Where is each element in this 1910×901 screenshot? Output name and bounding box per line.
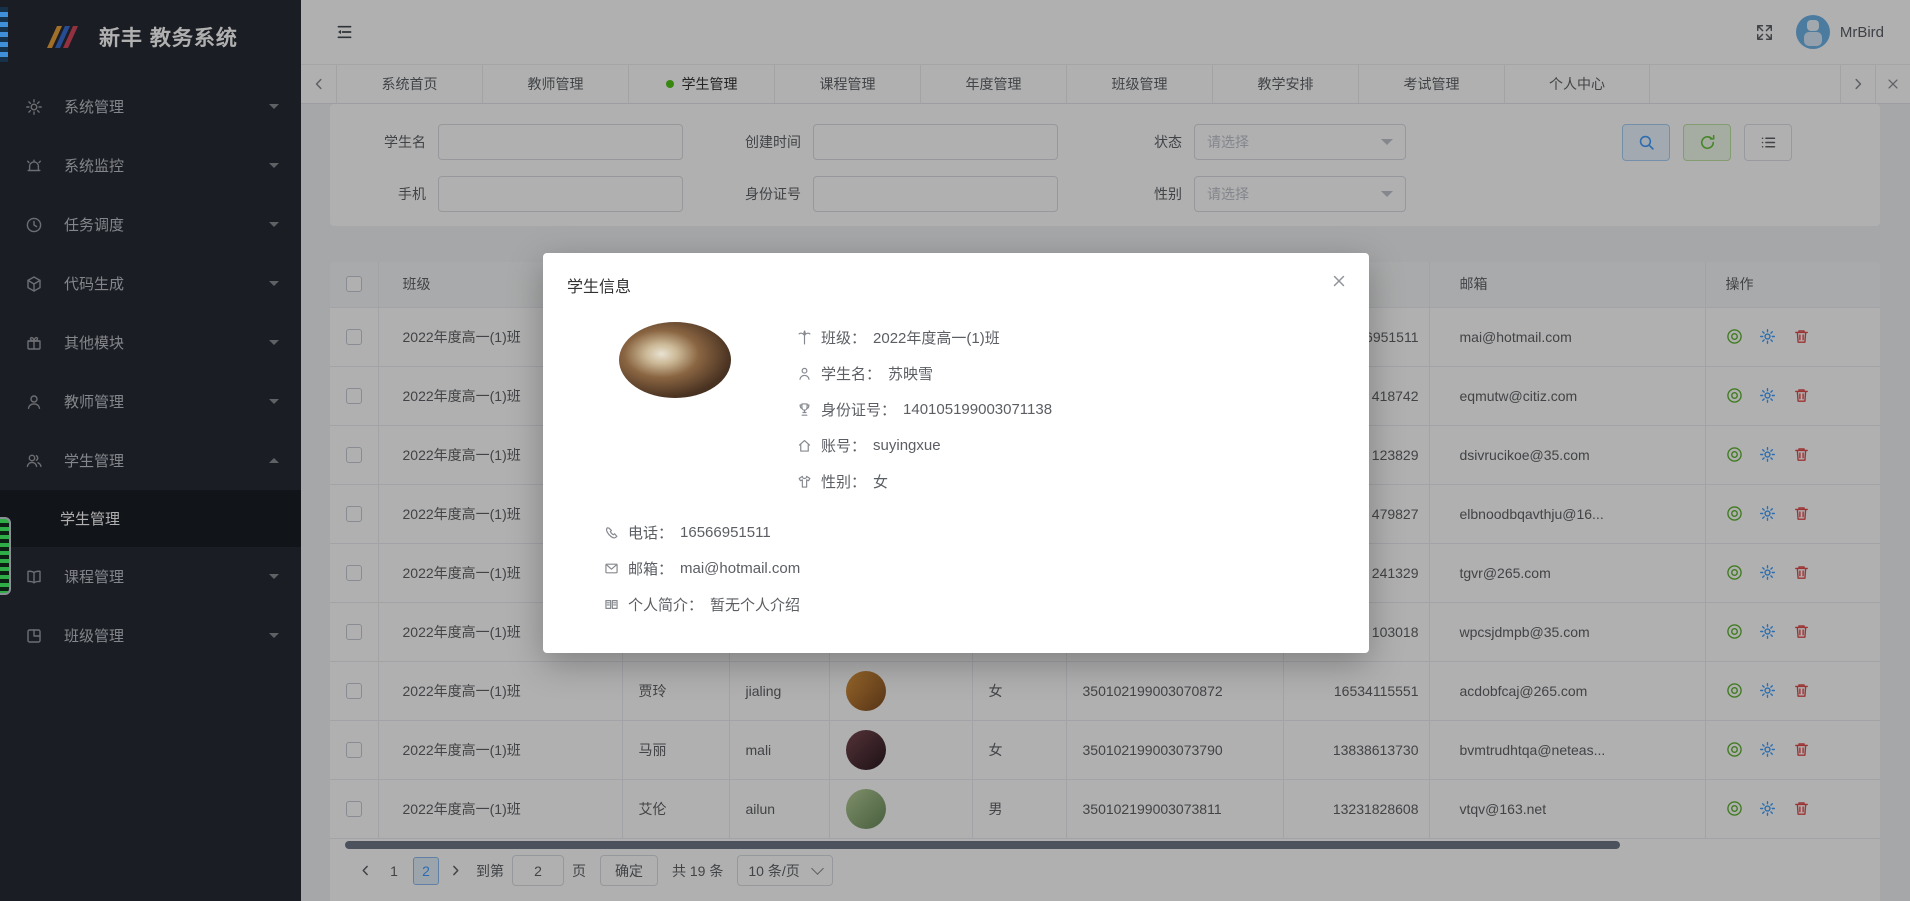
field-value: 女 <box>873 473 889 491</box>
field-value: 暂无个人介绍 <box>710 596 801 614</box>
dialog-title: 学生信息 <box>567 279 632 296</box>
dialog-field: 性别： 女 <box>797 469 1052 493</box>
field-icon <box>604 561 619 576</box>
field-value: 苏映雪 <box>888 365 934 383</box>
field-label: 学生名： <box>821 365 882 383</box>
field-value: suyingxue <box>873 436 941 454</box>
field-icon <box>797 438 812 453</box>
dialog-info-fields: 班级： 2022年度高一(1)班 学生名： 苏映雪 身份证号： 14010519… <box>797 325 1052 505</box>
field-value: 140105199003071138 <box>903 400 1053 418</box>
field-icon <box>797 366 812 381</box>
field-icon <box>604 525 619 540</box>
field-label: 性别： <box>821 473 867 491</box>
field-icon <box>797 474 812 489</box>
field-label: 身份证号： <box>821 401 897 419</box>
field-icon <box>604 597 619 612</box>
dialog-field: 学生名： 苏映雪 <box>797 361 1052 385</box>
field-label: 电话： <box>628 524 674 542</box>
field-label: 班级： <box>821 329 867 347</box>
student-info-dialog: 学生信息 班级： 2022年度高一(1)班 学生名： 苏映雪 身份证号： 140… <box>543 253 1369 653</box>
field-label: 邮箱： <box>628 560 674 578</box>
field-value: 16566951511 <box>680 523 771 541</box>
dialog-field: 账号： suyingxue <box>797 433 1052 457</box>
dialog-field: 身份证号： 140105199003071138 <box>797 397 1052 421</box>
dialog-field: 邮箱： mai@hotmail.com <box>604 556 800 580</box>
edge-widget-green <box>0 517 11 595</box>
field-icon <box>797 402 812 417</box>
field-value: mai@hotmail.com <box>680 559 801 577</box>
field-label: 账号： <box>821 437 867 455</box>
dialog-contact-fields: 电话： 16566951511 邮箱： mai@hotmail.com 个人简介… <box>604 520 800 628</box>
student-photo <box>619 322 731 398</box>
app-root: 新丰 教务系统 系统管理 系统监控 任务调度 代码生成 其他模块 教师管理 学生… <box>0 0 1910 901</box>
dialog-close-icon[interactable] <box>1331 273 1347 289</box>
dialog-field: 电话： 16566951511 <box>604 520 800 544</box>
field-icon <box>797 329 812 345</box>
dialog-field: 个人简介： 暂无个人介绍 <box>604 592 800 616</box>
dialog-field: 班级： 2022年度高一(1)班 <box>797 325 1052 349</box>
field-value: 2022年度高一(1)班 <box>873 329 1000 347</box>
edge-widget-blue <box>0 7 8 62</box>
field-label: 个人简介： <box>628 596 704 614</box>
